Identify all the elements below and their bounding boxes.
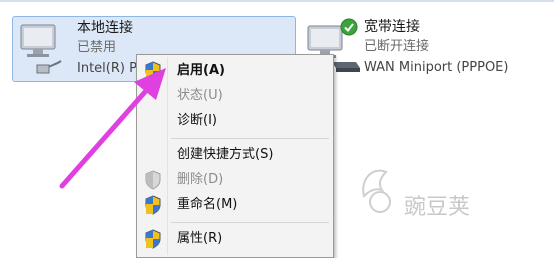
menu-item-label: 属性(R)	[177, 231, 223, 246]
menu-item-rename[interactable]: 重命名(M)	[139, 193, 331, 217]
menu-item-label: 诊断(I)	[177, 113, 217, 128]
broadband-connection-item[interactable]: 宽带连接 已断开连接 WAN Miniport (PPPOE)	[300, 16, 550, 80]
menu-item-status[interactable]: 状态(U)	[139, 84, 331, 108]
menu-item-delete[interactable]: 删除(D)	[139, 168, 331, 192]
connected-check-icon	[340, 18, 358, 36]
window-top-border	[0, 0, 554, 2]
connection-device: Intel(R) P	[77, 61, 137, 76]
shield-icon	[145, 170, 161, 190]
watermark-text: 豌豆荚	[404, 195, 470, 220]
menu-separator	[171, 222, 329, 223]
network-adapter-icon	[20, 24, 62, 74]
menu-item-properties[interactable]: 属性(R)	[139, 227, 331, 251]
connection-status: 已断开连接	[364, 39, 430, 54]
menu-separator	[171, 138, 329, 139]
shield-icon	[145, 195, 161, 215]
shield-icon	[145, 61, 161, 81]
menu-item-label: 重命名(M)	[177, 197, 238, 212]
context-menu: 启用(A) 状态(U) 诊断(I) 创建快捷方式(S) 删除(D) 重命名(M)	[136, 54, 334, 258]
menu-item-label: 删除(D)	[177, 172, 224, 187]
menu-item-label: 创建快捷方式(S)	[177, 147, 274, 162]
connection-device: WAN Miniport (PPPOE)	[364, 60, 509, 75]
menu-item-create-shortcut[interactable]: 创建快捷方式(S)	[139, 143, 331, 167]
menu-item-diagnose[interactable]: 诊断(I)	[139, 109, 331, 133]
connection-name: 本地连接	[77, 20, 133, 36]
watermark-logo: 豌豆荚	[362, 169, 470, 220]
connection-status: 已禁用	[77, 40, 117, 55]
menu-item-enable[interactable]: 启用(A)	[139, 59, 331, 83]
connection-name: 宽带连接	[364, 19, 420, 35]
shield-icon	[145, 229, 161, 249]
menu-item-label: 状态(U)	[177, 88, 223, 103]
menu-item-label: 启用(A)	[177, 63, 225, 78]
